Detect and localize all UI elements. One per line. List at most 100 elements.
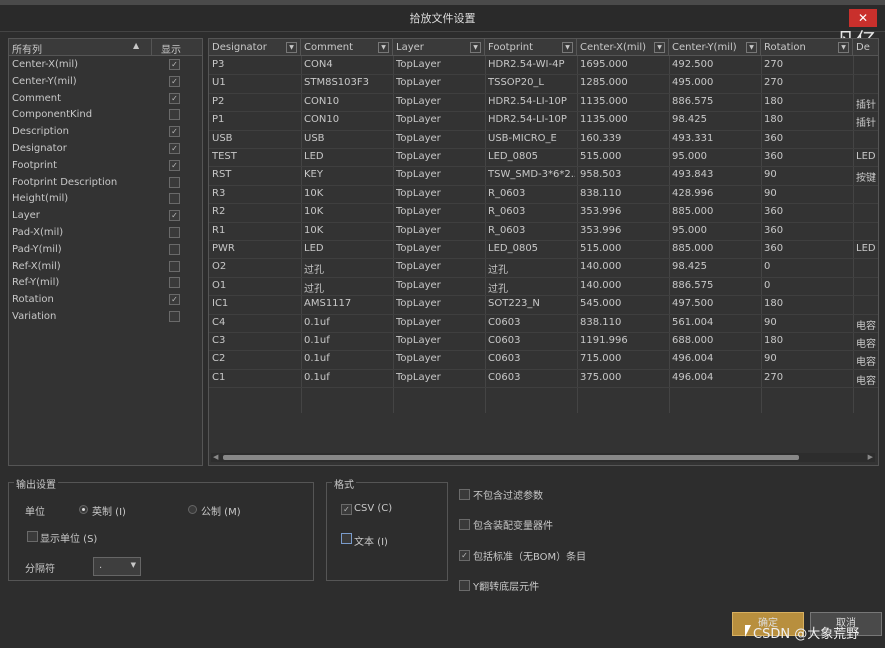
table-cell: 1695.000: [580, 59, 628, 70]
table-cell: TopLayer: [396, 206, 441, 218]
show-column-checkbox[interactable]: [169, 193, 180, 205]
filter-icon[interactable]: ▼: [470, 42, 481, 53]
csv-label[interactable]: CSV (C): [354, 503, 392, 514]
show-column-checkbox[interactable]: ✓: [169, 75, 180, 87]
column-header[interactable]: Designator ▼: [209, 39, 301, 56]
show-column-checkbox[interactable]: ✓: [169, 59, 180, 70]
filter-icon[interactable]: ▼: [562, 42, 573, 53]
column-list-item[interactable]: Designator ✓: [9, 140, 202, 157]
csv-checkbox[interactable]: ✓: [341, 504, 352, 515]
filter-icon[interactable]: ▼: [378, 42, 389, 53]
column-list-item[interactable]: Rotation ✓: [9, 291, 202, 308]
imperial-radio[interactable]: [79, 505, 88, 514]
table-cell: STM8S103F3: [304, 77, 369, 89]
scroll-right-icon[interactable]: ▶: [868, 453, 873, 461]
option-checkbox[interactable]: [459, 489, 470, 500]
column-header-label: Center-Y(mil): [672, 42, 737, 53]
column-list-item[interactable]: Description ✓: [9, 123, 202, 140]
column-list-item[interactable]: Comment ✓: [9, 90, 202, 107]
table-row[interactable]: PWR LED TopLayer LED_0805 515.000 885.000 360 L…: [209, 240, 878, 260]
show-column-checkbox[interactable]: ✓: [169, 126, 180, 138]
show-column-checkbox[interactable]: [169, 310, 180, 322]
column-list-item[interactable]: Pad-X(mil): [9, 224, 202, 241]
scrollbar-thumb[interactable]: [223, 455, 799, 460]
show-column-checkbox[interactable]: ✓: [169, 210, 180, 222]
option-checkbox[interactable]: [459, 580, 470, 591]
column-list-item[interactable]: Center-X(mil) ✓: [9, 56, 202, 73]
column-header[interactable]: De: [853, 39, 878, 56]
option-label[interactable]: 包含装配变量器件: [473, 517, 553, 532]
column-list-item[interactable]: Variation: [9, 308, 202, 325]
option-checkbox[interactable]: [459, 519, 470, 530]
column-header-label: Designator: [212, 42, 267, 53]
option-label[interactable]: 不包含过滤参数: [473, 487, 543, 502]
column-header[interactable]: Center-Y(mil) ▼: [669, 39, 761, 56]
separator-select[interactable]: . ▼: [93, 557, 141, 576]
column-list-item[interactable]: Ref-X(mil): [9, 258, 202, 275]
column-list-item[interactable]: Center-Y(mil) ✓: [9, 73, 202, 90]
column-list-item[interactable]: Pad-Y(mil): [9, 241, 202, 258]
imperial-label[interactable]: 英制 (I): [92, 503, 126, 518]
show-column-checkbox[interactable]: ✓: [169, 159, 180, 171]
show-units-checkbox[interactable]: [27, 531, 38, 542]
show-column-checkbox[interactable]: [169, 176, 180, 188]
text-checkbox[interactable]: [341, 533, 352, 544]
table-cell: 90: [764, 187, 777, 199]
column-header[interactable]: Layer ▼: [393, 39, 485, 56]
table-row[interactable]: R3 10K TopLayer R_0603 838.110 428.996 90: [209, 185, 878, 205]
table-row[interactable]: C4 0.1uf TopLayer C0603 838.110 561.004 90 电容: [209, 314, 878, 333]
sort-up-icon[interactable]: ▲: [133, 41, 139, 50]
show-column-checkbox[interactable]: [169, 109, 180, 121]
show-units-label[interactable]: 显示单位 (S): [40, 530, 97, 545]
option-label[interactable]: Y翻转底层元件: [473, 578, 539, 593]
scroll-left-icon[interactable]: ◀: [213, 453, 218, 461]
table-row[interactable]: IC1 AMS1117 TopLayer SOT223_N 545.000 497.500…: [209, 295, 878, 315]
table-row[interactable]: TEST LED TopLayer LED_0805 515.000 95.000 360 L…: [209, 148, 878, 168]
metric-label[interactable]: 公制 (M): [201, 503, 241, 518]
table-row[interactable]: C3 0.1uf TopLayer C0603 1191.996 688.000 180 电容: [209, 332, 878, 352]
table-row[interactable]: O2 过孔 TopLayer 过孔 140.000 98.425 0: [209, 258, 878, 278]
show-header[interactable]: 显示: [161, 41, 181, 56]
show-column-checkbox[interactable]: [169, 243, 180, 255]
column-list-item[interactable]: Footprint ✓: [9, 157, 202, 174]
table-cell: 496.004: [672, 371, 714, 383]
column-header[interactable]: Center-X(mil) ▼: [577, 39, 669, 56]
show-column-checkbox[interactable]: [169, 260, 180, 272]
filter-icon[interactable]: ▼: [746, 42, 757, 53]
column-list-item[interactable]: Ref-Y(mil): [9, 274, 202, 291]
table-row[interactable]: P2 CON10 TopLayer HDR2.54-LI-10P 1135.000 886…: [209, 93, 878, 113]
filter-icon[interactable]: ▼: [286, 42, 297, 53]
table-row[interactable]: R1 10K TopLayer R_0603 353.996 95.000 360: [209, 222, 878, 241]
show-column-checkbox[interactable]: ✓: [169, 92, 180, 104]
table-cell: TSW_SMD-3*6*2.5: [488, 169, 575, 181]
all-columns-header[interactable]: 所有列: [12, 41, 42, 56]
metric-radio[interactable]: [188, 505, 197, 514]
filter-icon[interactable]: ▼: [838, 42, 849, 53]
column-list-header: 所有列 ▲ 显示: [9, 39, 202, 56]
filter-icon[interactable]: ▼: [654, 42, 665, 53]
table-row[interactable]: RST KEY TopLayer TSW_SMD-3*6*2.5 958.503 493.…: [209, 166, 878, 186]
table-row[interactable]: U1 STM8S103F3 TopLayer TSSOP20_L 1285.000 495…: [209, 74, 878, 94]
table-row[interactable]: P1 CON10 TopLayer HDR2.54-LI-10P 1135.000 98.…: [209, 111, 878, 131]
table-row[interactable]: O1 过孔 TopLayer 过孔 140.000 886.575 0: [209, 277, 878, 297]
show-column-checkbox[interactable]: ✓: [169, 294, 180, 306]
table-row[interactable]: USB USB TopLayer USB-MICRO_E 160.339 493.331 3…: [209, 130, 878, 149]
column-list-item[interactable]: Layer ✓: [9, 207, 202, 224]
table-row[interactable]: P3 CON4 TopLayer HDR2.54-WI-4P 1695.000 492.5…: [209, 56, 878, 76]
option-checkbox[interactable]: ✓: [459, 550, 470, 561]
column-list-item[interactable]: Height(mil): [9, 190, 202, 207]
column-header[interactable]: Rotation ▼: [761, 39, 853, 56]
show-column-checkbox[interactable]: [169, 226, 180, 238]
column-header[interactable]: Comment ▼: [301, 39, 393, 56]
table-row[interactable]: C1 0.1uf TopLayer C0603 375.000 496.004 270 电容: [209, 369, 878, 389]
show-column-checkbox[interactable]: ✓: [169, 142, 180, 154]
column-list-item[interactable]: ComponentKind: [9, 106, 202, 123]
table-row[interactable]: R2 10K TopLayer R_0603 353.996 885.000 360: [209, 203, 878, 223]
horizontal-scrollbar[interactable]: ◀ ▶: [211, 453, 875, 462]
column-header[interactable]: Footprint ▼: [485, 39, 577, 56]
text-label[interactable]: 文本 (I): [354, 533, 388, 548]
option-label[interactable]: 包括标准（无BOM）条目: [473, 548, 586, 563]
column-list-item[interactable]: Footprint Description: [9, 174, 202, 191]
show-column-checkbox[interactable]: [169, 277, 180, 289]
table-row[interactable]: C2 0.1uf TopLayer C0603 715.000 496.004 90 电容: [209, 350, 878, 370]
